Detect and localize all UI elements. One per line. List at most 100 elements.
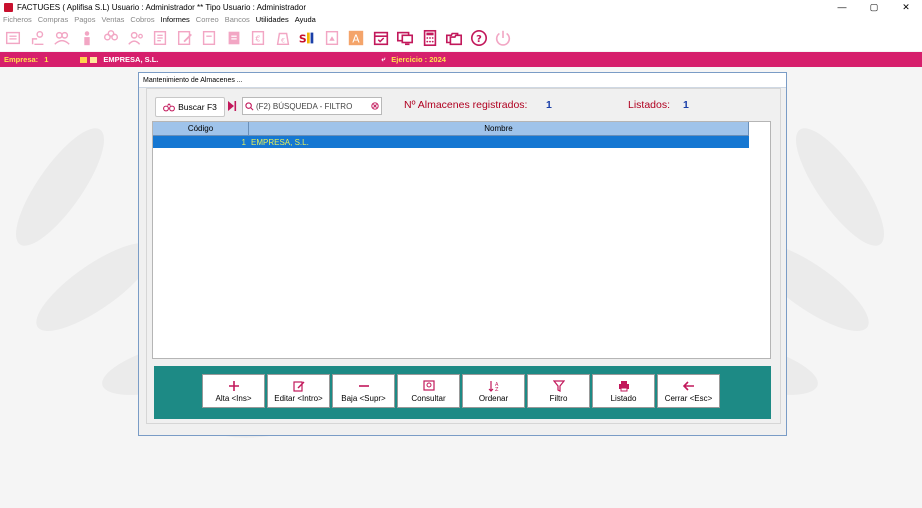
search-icon bbox=[245, 101, 254, 110]
listado-label: Listado bbox=[610, 393, 637, 403]
usuarios-icon[interactable] bbox=[51, 27, 73, 49]
ejercicio-label: Ejercicio : 2024 bbox=[391, 55, 446, 64]
column-codigo[interactable]: Código bbox=[153, 122, 249, 135]
menu-ayuda[interactable]: Ayuda bbox=[292, 15, 319, 24]
moneda-icon[interactable]: € bbox=[272, 27, 294, 49]
menu-bancos[interactable]: Bancos bbox=[222, 15, 253, 24]
svg-text:S: S bbox=[299, 33, 307, 46]
dialog-content: Buscar F3 (F2) BÚSQUEDA - FILTRO Nº Alma… bbox=[146, 88, 781, 424]
dialog-title: Mantenimiento de Almacenes ... bbox=[139, 73, 786, 88]
sii-icon[interactable]: S bbox=[296, 27, 318, 49]
menu-compras[interactable]: Compras bbox=[35, 15, 71, 24]
consultar-button[interactable]: Consultar bbox=[397, 374, 460, 408]
clear-icon[interactable] bbox=[371, 102, 379, 110]
alta-label: Alta <Ins> bbox=[215, 393, 252, 403]
informe-icon[interactable] bbox=[321, 27, 343, 49]
menu-correo[interactable]: Correo bbox=[193, 15, 222, 24]
listed-count: 1 bbox=[683, 99, 689, 111]
arrow-left-icon bbox=[682, 380, 694, 391]
filtro-label: Filtro bbox=[549, 393, 568, 403]
cerrar-label: Cerrar <Esc> bbox=[664, 393, 713, 403]
letra-a-icon[interactable]: A bbox=[345, 27, 367, 49]
empresa-number: 1 bbox=[44, 55, 49, 64]
baja-label: Baja <Supr> bbox=[341, 393, 386, 403]
archivo-icon[interactable] bbox=[223, 27, 245, 49]
search-button[interactable]: Buscar F3 bbox=[155, 97, 225, 117]
binoculars-icon bbox=[163, 103, 176, 112]
ordenar-button[interactable]: AZ Ordenar bbox=[462, 374, 525, 408]
building-icon bbox=[90, 56, 98, 63]
menu-cobros[interactable]: Cobros bbox=[127, 15, 157, 24]
svg-text:A: A bbox=[352, 33, 360, 46]
consult-icon bbox=[422, 379, 435, 391]
editar-icon[interactable] bbox=[174, 27, 196, 49]
edit-icon bbox=[292, 380, 304, 392]
minus-icon bbox=[358, 384, 369, 387]
search-placeholder: (F2) BÚSQUEDA - FILTRO bbox=[256, 101, 353, 111]
registered-label: Nº Almacenes registrados: bbox=[404, 99, 528, 111]
filtro-button[interactable]: Filtro bbox=[527, 374, 590, 408]
calendario-icon[interactable] bbox=[370, 27, 392, 49]
calculadora-icon[interactable] bbox=[419, 27, 441, 49]
documento-icon[interactable] bbox=[149, 27, 171, 49]
play-icon[interactable] bbox=[227, 100, 237, 112]
contactos-icon[interactable] bbox=[125, 27, 147, 49]
listed-label: Listados: bbox=[628, 99, 671, 111]
svg-text:Z: Z bbox=[495, 387, 499, 392]
cerrar-button[interactable]: Cerrar <Esc> bbox=[657, 374, 720, 408]
plus-icon bbox=[228, 380, 239, 391]
search-filter-input[interactable]: (F2) BÚSQUEDA - FILTRO bbox=[242, 97, 382, 115]
ordenar-label: Ordenar bbox=[478, 393, 509, 403]
registered-count: 1 bbox=[546, 99, 552, 111]
menu-utilidades[interactable]: Utilidades bbox=[253, 15, 292, 24]
euro-icon[interactable]: € bbox=[247, 27, 269, 49]
empresa-name: EMPRESA, S.L. bbox=[103, 55, 159, 64]
almacenes-dialog: Mantenimiento de Almacenes ... Buscar F3… bbox=[138, 72, 787, 436]
table-header: Código Nombre bbox=[153, 122, 749, 136]
search-button-label: Buscar F3 bbox=[178, 102, 217, 112]
app-logo-icon bbox=[4, 2, 13, 12]
menu-pagos[interactable]: Pagos bbox=[71, 15, 98, 24]
calendar-small-icon: ⤶ bbox=[381, 55, 386, 63]
table-row[interactable]: 1 EMPRESA, S.L. bbox=[153, 136, 749, 148]
fichero-icon[interactable] bbox=[2, 27, 24, 49]
cell-codigo: 1 bbox=[241, 137, 246, 147]
pagina-icon[interactable] bbox=[198, 27, 220, 49]
grupo-icon[interactable] bbox=[100, 27, 122, 49]
editar-button[interactable]: Editar <Intro> bbox=[267, 374, 330, 408]
sort-icon: AZ bbox=[488, 380, 499, 392]
menu-bar: Ficheros Compras Pagos Ventas Cobros Inf… bbox=[0, 14, 922, 25]
clientes-icon[interactable] bbox=[27, 27, 49, 49]
minimize-button[interactable]: — bbox=[826, 0, 858, 14]
menu-ficheros[interactable]: Ficheros bbox=[0, 15, 35, 24]
monitor-icon[interactable] bbox=[394, 27, 416, 49]
menu-ventas[interactable]: Ventas bbox=[98, 15, 127, 24]
company-bar: Empresa: 1 EMPRESA, S.L. ⤶ Ejercicio : 2… bbox=[0, 52, 922, 67]
consultar-label: Consultar bbox=[411, 393, 446, 403]
action-bar: Alta <Ins> Editar <Intro> Baja <Supr> Co… bbox=[154, 366, 771, 419]
carpetas-icon[interactable] bbox=[443, 27, 465, 49]
editar-label: Editar <Intro> bbox=[274, 393, 323, 403]
window-title: FACTUGES ( Aplifisa S.L) Usuario : Admin… bbox=[17, 2, 306, 12]
listado-button[interactable]: Listado bbox=[592, 374, 655, 408]
almacenes-table: Código Nombre 1 EMPRESA, S.L. bbox=[152, 121, 771, 359]
column-nombre[interactable]: Nombre bbox=[249, 122, 749, 135]
filter-icon bbox=[552, 379, 565, 392]
persona-icon[interactable] bbox=[76, 27, 98, 49]
cell-nombre: EMPRESA, S.L. bbox=[251, 137, 309, 147]
printer-icon bbox=[618, 380, 629, 391]
maximize-button[interactable]: ▢ bbox=[858, 0, 890, 14]
baja-button[interactable]: Baja <Supr> bbox=[332, 374, 395, 408]
title-bar: FACTUGES ( Aplifisa S.L) Usuario : Admin… bbox=[0, 0, 922, 14]
close-window-button[interactable]: ✕ bbox=[890, 0, 922, 14]
toolbar: € € S A ? bbox=[0, 25, 922, 51]
empresa-label: Empresa: bbox=[4, 55, 39, 64]
folder-icon bbox=[80, 56, 88, 63]
svg-text:€: € bbox=[255, 34, 260, 44]
ayuda-icon[interactable]: ? bbox=[468, 27, 490, 49]
menu-informes[interactable]: Informes bbox=[158, 15, 193, 24]
svg-text:€: € bbox=[280, 38, 284, 45]
svg-text:?: ? bbox=[476, 34, 482, 45]
salir-icon[interactable] bbox=[492, 27, 514, 49]
alta-button[interactable]: Alta <Ins> bbox=[202, 374, 265, 408]
